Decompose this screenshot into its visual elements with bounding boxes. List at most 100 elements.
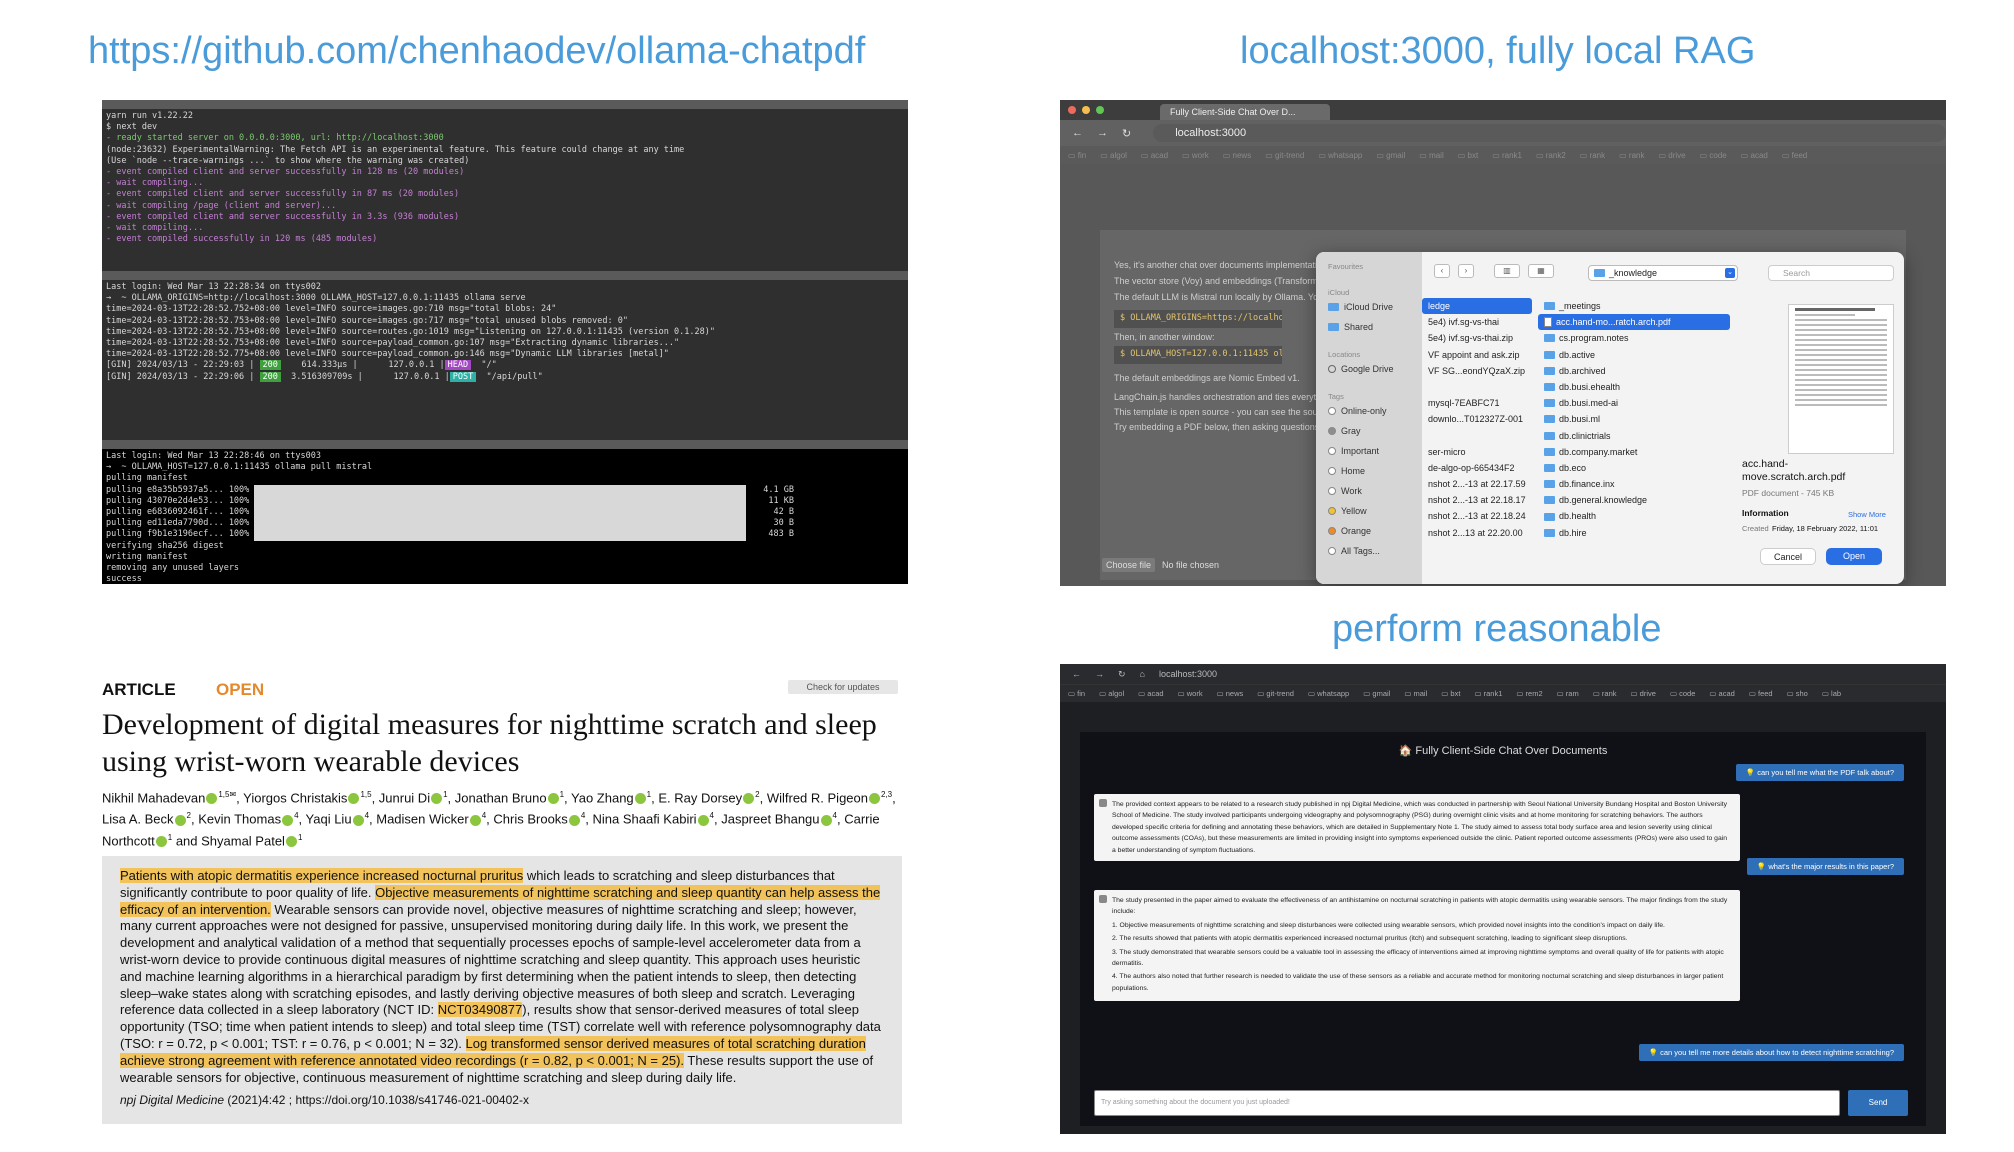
- bookmark-item[interactable]: ▭ drive: [1658, 151, 1685, 160]
- orcid-icon[interactable]: [155, 836, 167, 848]
- browser-tab[interactable]: Fully Client-Side Chat Over D...: [1160, 104, 1330, 120]
- bookmark-item[interactable]: ▭ rank1: [1474, 689, 1502, 698]
- bookmark-item[interactable]: ▭ acad: [1138, 689, 1163, 698]
- chat-input[interactable]: Try asking something about the document …: [1094, 1090, 1840, 1116]
- bookmark-item[interactable]: ▭ feed: [1782, 151, 1807, 160]
- reload-icon[interactable]: ↻: [1118, 669, 1126, 680]
- file-list-item[interactable]: db.general.knowledge: [1538, 492, 1730, 508]
- send-button[interactable]: Send: [1848, 1090, 1908, 1116]
- orcid-icon[interactable]: [352, 814, 364, 826]
- bookmark-item[interactable]: ▭ rank: [1619, 151, 1644, 160]
- file-list-item[interactable]: nshot 2...-13 at 22.18.24: [1422, 508, 1532, 524]
- orcid-icon[interactable]: [568, 814, 580, 826]
- check-updates-button[interactable]: Check for updates: [788, 680, 898, 694]
- sidebar-tag-item[interactable]: All Tags...: [1328, 546, 1380, 556]
- cancel-button[interactable]: Cancel: [1760, 548, 1816, 565]
- bookmark-item[interactable]: ▭ acad: [1141, 151, 1168, 160]
- file-list-item[interactable]: db.hire: [1538, 525, 1730, 541]
- bookmark-item[interactable]: ▭ algol: [1099, 689, 1124, 698]
- orcid-icon[interactable]: [469, 814, 481, 826]
- bookmark-item[interactable]: ▭ code: [1670, 689, 1695, 698]
- bookmark-item[interactable]: ▭ whatsapp: [1318, 151, 1362, 160]
- file-list-item[interactable]: [1422, 428, 1532, 444]
- bookmark-item[interactable]: ▭ whatsapp: [1308, 689, 1349, 698]
- file-list-item[interactable]: [1422, 379, 1532, 395]
- choose-file-button[interactable]: Choose file: [1102, 558, 1156, 572]
- column-view-icon[interactable]: ▥: [1494, 264, 1520, 278]
- file-list-item[interactable]: downlo...T012327Z-001: [1422, 411, 1532, 427]
- orcid-icon[interactable]: [206, 793, 218, 805]
- forward-icon[interactable]: ›: [1458, 264, 1474, 278]
- minimize-window-icon[interactable]: [1082, 106, 1090, 114]
- grid-view-icon[interactable]: ▦: [1528, 264, 1554, 278]
- home-icon[interactable]: ⌂: [1140, 669, 1145, 679]
- sidebar-item-google-drive[interactable]: Google Drive: [1328, 364, 1394, 374]
- address-bar[interactable]: localhost:3000: [1153, 124, 1946, 142]
- sidebar-tag-item[interactable]: Important: [1328, 446, 1379, 456]
- bookmark-item[interactable]: ▭ feed: [1749, 689, 1773, 698]
- bookmark-item[interactable]: ▭ drive: [1631, 689, 1656, 698]
- orcid-icon[interactable]: [282, 814, 294, 826]
- bookmark-item[interactable]: ▭ rank: [1593, 689, 1617, 698]
- file-list-item[interactable]: nshot 2...-13 at 22.17.59: [1422, 476, 1532, 492]
- file-list-item[interactable]: de-algo-op-665434F2: [1422, 460, 1532, 476]
- sidebar-tag-item[interactable]: Online-only: [1328, 406, 1387, 416]
- sidebar-item-shared[interactable]: Shared: [1328, 322, 1373, 332]
- bookmark-item[interactable]: ▭ rem2: [1516, 689, 1542, 698]
- bookmark-item[interactable]: ▭ acad: [1741, 151, 1768, 160]
- file-list-item[interactable]: VF SG...eondYQzaX.zip: [1422, 363, 1532, 379]
- file-list-item[interactable]: nshot 2...13 at 22.20.00: [1422, 525, 1532, 541]
- bookmark-item[interactable]: ▭ gmail: [1363, 689, 1390, 698]
- bookmark-item[interactable]: ▭ ram: [1557, 689, 1579, 698]
- file-list-item[interactable]: ledge: [1422, 298, 1532, 315]
- back-icon[interactable]: ‹: [1434, 264, 1450, 278]
- file-list-item[interactable]: ser-micro: [1422, 444, 1532, 460]
- file-list-item[interactable]: 5e4) ivf.sg-vs-thai.zip: [1422, 330, 1532, 346]
- forward-icon[interactable]: →: [1095, 669, 1104, 679]
- bookmark-item[interactable]: ▭ git-trend: [1257, 689, 1294, 698]
- bookmark-item[interactable]: ▭ bxt: [1458, 151, 1478, 160]
- bookmark-item[interactable]: ▭ code: [1700, 151, 1727, 160]
- show-more-link[interactable]: Show More: [1848, 510, 1886, 519]
- orcid-icon[interactable]: [547, 793, 559, 805]
- bookmark-item[interactable]: ▭ rank2: [1536, 151, 1566, 160]
- bookmark-item[interactable]: ▭ news: [1223, 151, 1251, 160]
- file-list-item[interactable]: db.busi.ml: [1538, 411, 1730, 427]
- sidebar-tag-item[interactable]: Orange: [1328, 526, 1371, 536]
- file-list-item[interactable]: cs.program.notes: [1538, 330, 1730, 346]
- file-list-item[interactable]: acc.hand-mo...ratch.arch.pdf: [1538, 314, 1730, 331]
- bookmark-item[interactable]: ▭ git-trend: [1265, 151, 1304, 160]
- file-list-item[interactable]: 5e4) ivf.sg-vs-thai: [1422, 314, 1532, 330]
- orcid-icon[interactable]: [174, 814, 186, 826]
- file-list-item[interactable]: db.eco: [1538, 460, 1730, 476]
- orcid-icon[interactable]: [431, 793, 443, 805]
- file-list-item[interactable]: db.company.market: [1538, 444, 1730, 460]
- reload-icon[interactable]: ↻: [1122, 127, 1131, 140]
- bookmark-item[interactable]: ▭ sho: [1787, 689, 1808, 698]
- file-list-item[interactable]: db.health: [1538, 508, 1730, 524]
- bookmark-item[interactable]: ▭ acad: [1709, 689, 1734, 698]
- file-list-item[interactable]: nshot 2...-13 at 22.18.17: [1422, 492, 1532, 508]
- bookmark-item[interactable]: ▭ work: [1182, 151, 1209, 160]
- bookmark-item[interactable]: ▭ fin: [1068, 151, 1086, 160]
- file-list-item[interactable]: db.archived: [1538, 363, 1730, 379]
- sidebar-tag-item[interactable]: Gray: [1328, 426, 1361, 436]
- orcid-icon[interactable]: [634, 793, 646, 805]
- file-list-item[interactable]: db.finance.inx: [1538, 476, 1730, 492]
- back-icon[interactable]: ←: [1072, 127, 1083, 139]
- bookmark-item[interactable]: ▭ bxt: [1441, 689, 1460, 698]
- address-bar[interactable]: localhost:3000: [1159, 669, 1217, 679]
- bookmark-item[interactable]: ▭ rank1: [1492, 151, 1522, 160]
- maximize-window-icon[interactable]: [1096, 106, 1104, 114]
- bookmark-item[interactable]: ▭ work: [1178, 689, 1203, 698]
- orcid-icon[interactable]: [820, 814, 832, 826]
- sidebar-item-icloud-drive[interactable]: iCloud Drive: [1328, 302, 1393, 312]
- sidebar-tag-item[interactable]: Yellow: [1328, 506, 1367, 516]
- bookmark-item[interactable]: ▭ rank: [1580, 151, 1605, 160]
- forward-icon[interactable]: →: [1097, 127, 1108, 139]
- orcid-icon[interactable]: [697, 814, 709, 826]
- orcid-icon[interactable]: [285, 836, 297, 848]
- file-list-item[interactable]: db.busi.ehealth: [1538, 379, 1730, 395]
- orcid-icon[interactable]: [868, 793, 880, 805]
- orcid-icon[interactable]: [348, 793, 360, 805]
